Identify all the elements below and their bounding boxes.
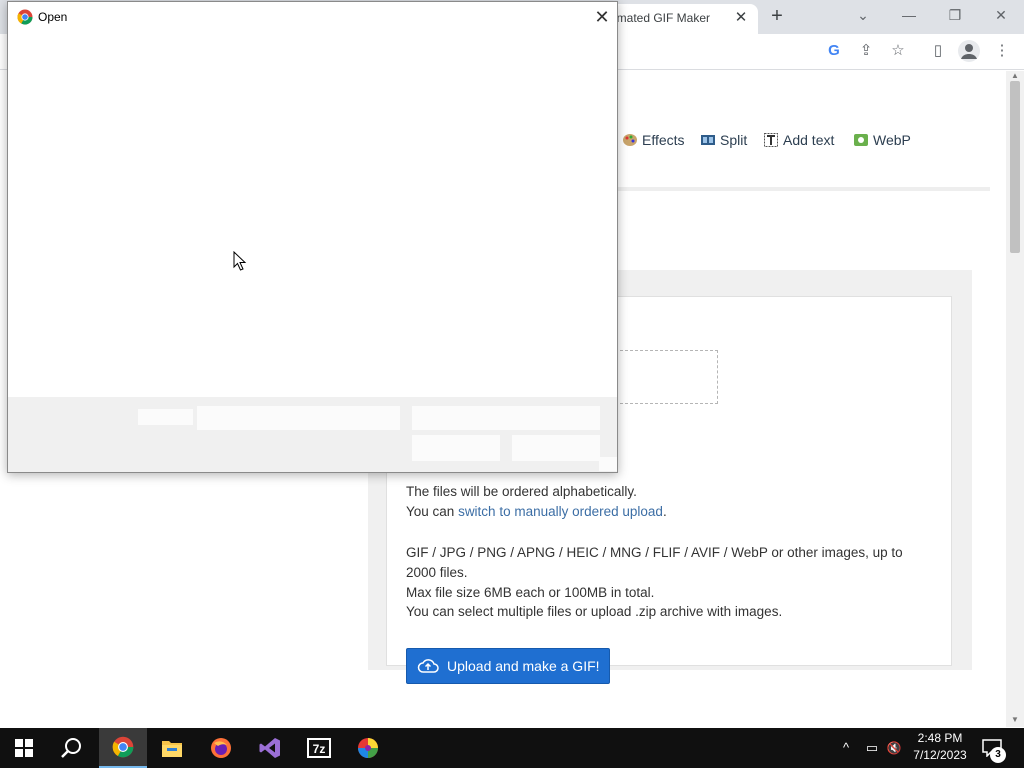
volume-muted-icon[interactable]: 🔇 bbox=[884, 738, 904, 758]
webp-icon bbox=[854, 134, 868, 146]
dialog-body bbox=[8, 32, 617, 397]
dialog-title: Open bbox=[38, 10, 68, 24]
google-icon[interactable]: G bbox=[823, 40, 845, 62]
cancel-button[interactable] bbox=[512, 435, 600, 461]
minimize-button[interactable]: — bbox=[894, 4, 924, 26]
dialog-footer bbox=[8, 397, 617, 472]
browser-tab-gif-maker[interactable]: imated GIF Maker ✕ bbox=[596, 4, 758, 34]
page-scrollbar[interactable]: ▲ ▼ bbox=[1006, 71, 1024, 727]
menu-item-split[interactable]: Split bbox=[700, 128, 747, 152]
7zip-icon: 7z bbox=[307, 738, 331, 758]
menu-item-label: Split bbox=[720, 132, 748, 148]
scroll-up-arrow-icon[interactable]: ▲ bbox=[1010, 71, 1020, 81]
tray-chevron-icon[interactable]: ^ bbox=[838, 738, 854, 758]
info-formats: GIF / JPG / PNG / APNG / HEIC / MNG / FL… bbox=[406, 545, 903, 560]
file-explorer-icon bbox=[162, 741, 182, 757]
scroll-down-arrow-icon[interactable]: ▼ bbox=[1010, 715, 1020, 725]
firefox-icon bbox=[211, 738, 231, 758]
search-icon bbox=[61, 738, 81, 758]
file-drop-zone[interactable] bbox=[620, 350, 718, 404]
info-manual-upload: You can switch to manually ordered uploa… bbox=[406, 504, 667, 519]
tab-search-icon[interactable]: ⌄ bbox=[848, 4, 878, 26]
upload-and-make-gif-button[interactable]: Upload and make a GIF! bbox=[406, 648, 610, 684]
side-panel-icon[interactable]: ▯ bbox=[927, 40, 949, 62]
info-ordering: The files will be ordered alphabetically… bbox=[406, 484, 637, 499]
share-icon[interactable]: ⇪ bbox=[855, 40, 877, 62]
taskbar-clock-time[interactable]: 2:48 PM bbox=[912, 731, 968, 745]
menu-item-label: Add text bbox=[783, 132, 835, 148]
upload-button-label: Upload and make a GIF! bbox=[447, 658, 600, 674]
file-name-label bbox=[138, 409, 193, 425]
menu-divider bbox=[600, 187, 990, 191]
taskbar-search-button[interactable] bbox=[48, 728, 96, 768]
notification-count-badge: 3 bbox=[990, 747, 1006, 763]
start-button[interactable] bbox=[0, 728, 48, 768]
taskbar-chrome[interactable] bbox=[99, 728, 147, 768]
cloud-upload-icon bbox=[417, 659, 439, 673]
scrollbar-thumb[interactable] bbox=[1010, 81, 1020, 253]
bookmark-star-icon[interactable]: ☆ bbox=[887, 40, 909, 62]
dialog-titlebar[interactable]: Open ✕ bbox=[8, 2, 617, 32]
chrome-icon bbox=[112, 736, 134, 758]
manual-upload-link[interactable]: switch to manually ordered upload bbox=[458, 504, 663, 519]
open-file-dialog: Open ✕ bbox=[7, 1, 618, 473]
info-text: You can bbox=[406, 504, 459, 519]
new-tab-button[interactable]: + bbox=[766, 6, 788, 28]
menu-item-add-text[interactable]: Add text bbox=[763, 128, 834, 152]
text-icon bbox=[764, 133, 778, 147]
windows-taskbar: 7z ^ ▭ 🔇 bbox=[0, 728, 1024, 768]
menu-item-label: WebP bbox=[873, 132, 911, 148]
taskbar-clock-date[interactable]: 7/12/2023 bbox=[906, 748, 974, 762]
palette-icon bbox=[623, 134, 637, 146]
info-text: . bbox=[662, 504, 667, 519]
tab-close-icon[interactable]: ✕ bbox=[732, 9, 750, 27]
visual-studio-icon bbox=[259, 738, 280, 758]
color-app-icon bbox=[358, 738, 378, 758]
start-icon bbox=[15, 739, 33, 757]
taskbar-firefox[interactable] bbox=[197, 728, 245, 768]
menu-item-webp[interactable]: WebP bbox=[853, 128, 911, 152]
info-file-count: 2000 files. bbox=[406, 565, 468, 580]
browser-menu-icon[interactable]: ⋮ bbox=[991, 40, 1013, 62]
menu-item-label: Effects bbox=[642, 132, 685, 148]
open-button[interactable] bbox=[412, 435, 500, 461]
taskbar-7zip[interactable]: 7z bbox=[295, 728, 343, 768]
mouse-cursor-icon bbox=[233, 251, 247, 271]
svg-text:7z: 7z bbox=[313, 742, 326, 756]
profile-avatar-icon[interactable] bbox=[958, 40, 980, 62]
taskbar-visual-studio[interactable] bbox=[246, 728, 294, 768]
resize-grip[interactable] bbox=[599, 457, 617, 471]
taskbar-file-explorer[interactable] bbox=[148, 728, 196, 768]
window-close-button[interactable]: ✕ bbox=[986, 4, 1016, 26]
menu-item-effects[interactable]: Effects bbox=[622, 128, 685, 152]
network-icon[interactable]: ▭ bbox=[862, 738, 882, 758]
film-split-icon bbox=[701, 135, 715, 145]
dialog-close-icon[interactable]: ✕ bbox=[591, 6, 613, 28]
taskbar-color-app[interactable] bbox=[344, 728, 392, 768]
file-type-select[interactable] bbox=[412, 406, 600, 430]
file-name-input[interactable] bbox=[197, 406, 400, 430]
info-file-size: Max file size 6MB each or 100MB in total… bbox=[406, 585, 655, 600]
restore-button[interactable]: ❐ bbox=[940, 4, 970, 26]
info-multiple-files: You can select multiple files or upload … bbox=[406, 604, 783, 619]
tab-title: imated GIF Maker bbox=[614, 11, 711, 25]
chrome-icon bbox=[17, 9, 33, 25]
